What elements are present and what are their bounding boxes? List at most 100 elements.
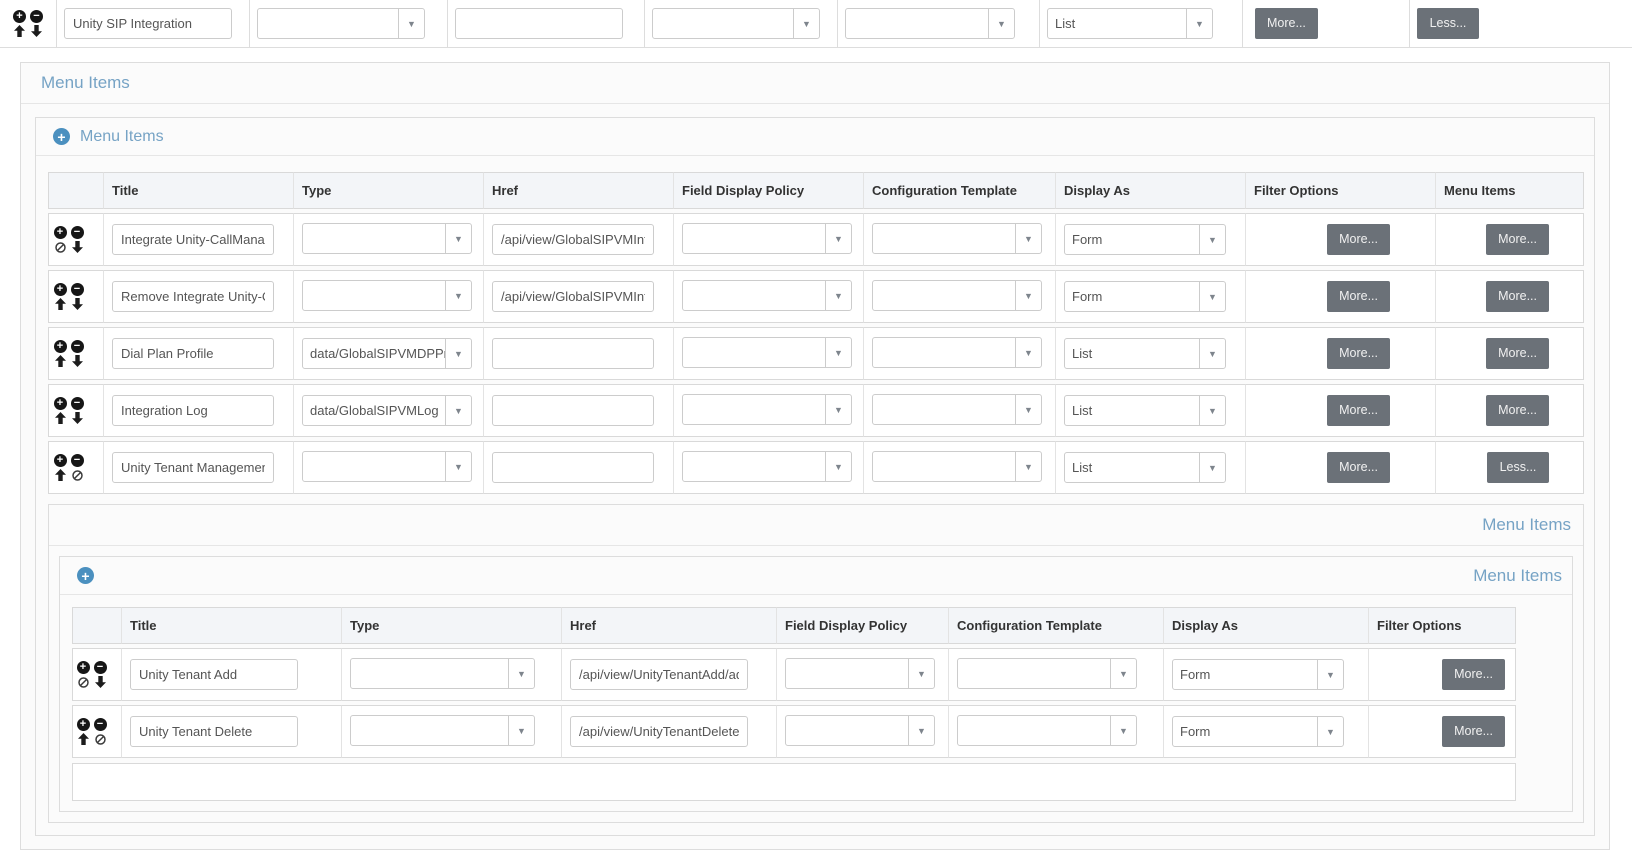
display-as-select[interactable]: List ▼	[1064, 395, 1226, 426]
move-up-icon[interactable]	[54, 412, 66, 424]
href-input[interactable]	[492, 395, 654, 426]
move-down-icon[interactable]	[71, 412, 83, 424]
field-display-policy-select[interactable]: ▼	[785, 658, 935, 689]
type-select[interactable]: ▼	[302, 280, 472, 311]
filter-options-more-button[interactable]: More...	[1442, 716, 1505, 747]
move-up-icon[interactable]	[54, 355, 66, 367]
configuration-template-select[interactable]: ▼	[872, 223, 1042, 254]
type-select[interactable]: ▼	[350, 658, 535, 689]
remove-row-icon[interactable]: −	[93, 718, 107, 731]
href-input[interactable]	[492, 338, 654, 369]
href-input[interactable]	[455, 8, 623, 39]
filter-options-more-button[interactable]: More...	[1327, 395, 1390, 426]
display-as-select[interactable]: Form ▼	[1172, 716, 1344, 747]
chevron-down-icon: ▼	[445, 224, 471, 253]
filter-options-more-button[interactable]: More...	[1255, 8, 1318, 39]
filter-options-more-button[interactable]: More...	[1327, 281, 1390, 312]
add-row-icon[interactable]: +	[53, 454, 67, 467]
title-input[interactable]	[112, 224, 274, 255]
field-display-policy-select[interactable]: ▼	[682, 280, 852, 311]
href-input[interactable]	[492, 224, 654, 255]
title-input[interactable]	[130, 716, 298, 747]
menu-items-more-button[interactable]: More...	[1486, 224, 1549, 255]
configuration-template-select[interactable]: ▼	[872, 280, 1042, 311]
href-input[interactable]	[492, 452, 654, 483]
title-input[interactable]	[112, 281, 274, 312]
add-row-icon[interactable]: +	[76, 661, 90, 674]
column-header-display-as: Display As	[1056, 172, 1246, 209]
configuration-template-select[interactable]: ▼	[872, 337, 1042, 368]
add-row-icon[interactable]: +	[53, 397, 67, 410]
add-row-icon[interactable]: +	[76, 718, 90, 731]
filter-options-more-button[interactable]: More...	[1327, 224, 1390, 255]
remove-row-icon[interactable]: −	[70, 283, 84, 296]
title-input[interactable]	[130, 659, 298, 690]
remove-row-icon[interactable]: −	[70, 226, 84, 239]
href-input[interactable]	[570, 716, 748, 747]
configuration-template-select[interactable]: ▼	[957, 715, 1137, 746]
filter-options-more-button[interactable]: More...	[1442, 659, 1505, 690]
filter-options-more-button[interactable]: More...	[1327, 338, 1390, 369]
type-select[interactable]: ▼	[257, 8, 425, 39]
field-display-policy-select[interactable]: ▼	[682, 451, 852, 482]
add-row-icon[interactable]: +	[53, 283, 67, 296]
type-select[interactable]: ▼	[350, 715, 535, 746]
move-up-icon[interactable]	[54, 469, 66, 481]
add-menu-item-icon[interactable]: +	[53, 128, 70, 145]
configuration-template-select[interactable]: ▼	[957, 658, 1137, 689]
remove-row-icon[interactable]: −	[30, 10, 43, 23]
title-input[interactable]	[112, 452, 274, 483]
chevron-down-icon: ▼	[825, 224, 851, 253]
display-as-select[interactable]: List ▼	[1047, 8, 1213, 39]
title-input[interactable]	[112, 395, 274, 426]
menu-items-less-button[interactable]: Less...	[1487, 452, 1549, 483]
move-up-icon[interactable]	[77, 733, 89, 745]
display-as-select[interactable]: List ▼	[1064, 452, 1226, 483]
configuration-template-select[interactable]: ▼	[872, 451, 1042, 482]
move-down-icon[interactable]	[71, 298, 83, 310]
configuration-template-select[interactable]: ▼	[845, 8, 1015, 39]
nested-table-footer	[72, 763, 1516, 801]
move-down-icon[interactable]	[71, 355, 83, 367]
display-as-select[interactable]: Form ▼	[1064, 224, 1226, 255]
add-row-icon[interactable]: +	[53, 340, 67, 353]
parent-menu-row: + − ▼ ▼ ▼ List ▼ More...	[0, 0, 1632, 48]
move-down-icon[interactable]	[71, 241, 83, 253]
field-display-policy-select[interactable]: ▼	[652, 8, 820, 39]
add-row-icon[interactable]: +	[13, 10, 26, 23]
title-input[interactable]	[112, 338, 274, 369]
href-input[interactable]	[570, 659, 748, 690]
move-down-icon[interactable]	[94, 676, 106, 688]
type-select[interactable]: ▼	[302, 223, 472, 254]
add-menu-item-icon[interactable]: +	[77, 567, 94, 584]
remove-row-icon[interactable]: −	[70, 454, 84, 467]
field-display-policy-select[interactable]: ▼	[785, 715, 935, 746]
menu-items-more-button[interactable]: More...	[1486, 281, 1549, 312]
menu-title-input[interactable]	[64, 8, 232, 39]
type-select[interactable]: ▼	[302, 451, 472, 482]
field-display-policy-select[interactable]: ▼	[682, 394, 852, 425]
type-select[interactable]: data/GlobalSIPVMLog ▼	[302, 395, 472, 426]
menu-items-less-button[interactable]: Less...	[1417, 8, 1479, 39]
display-as-select[interactable]: List ▼	[1064, 338, 1226, 369]
filter-options-more-button[interactable]: More...	[1327, 452, 1390, 483]
remove-row-icon[interactable]: −	[70, 340, 84, 353]
chevron-down-icon: ▼	[825, 395, 851, 424]
type-select[interactable]: data/GlobalSIPVMDPPro ▼	[302, 338, 472, 369]
display-as-select[interactable]: Form ▼	[1064, 281, 1226, 312]
table-row: + − ▼ ▼ ▼	[72, 648, 1516, 701]
configuration-template-select[interactable]: ▼	[872, 394, 1042, 425]
add-row-icon[interactable]: +	[53, 226, 67, 239]
move-down-icon[interactable]	[31, 25, 42, 37]
href-input[interactable]	[492, 281, 654, 312]
display-as-select[interactable]: Form ▼	[1172, 659, 1344, 690]
menu-items-more-button[interactable]: More...	[1486, 395, 1549, 426]
field-display-policy-select[interactable]: ▼	[682, 223, 852, 254]
field-display-policy-select[interactable]: ▼	[682, 337, 852, 368]
move-up-icon[interactable]	[14, 25, 25, 37]
menu-items-more-button[interactable]: More...	[1486, 338, 1549, 369]
column-header-type: Type	[342, 607, 562, 644]
remove-row-icon[interactable]: −	[93, 661, 107, 674]
remove-row-icon[interactable]: −	[70, 397, 84, 410]
move-up-icon[interactable]	[54, 298, 66, 310]
